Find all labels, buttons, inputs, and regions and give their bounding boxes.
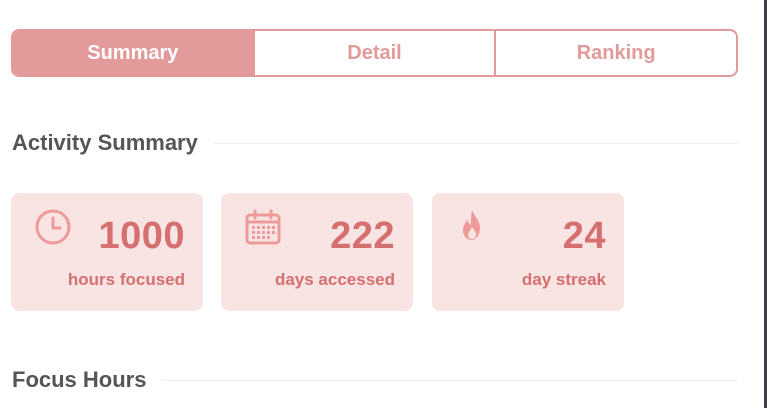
day-streak-value: 24 — [562, 215, 606, 257]
days-accessed-card: 222 days accessed — [221, 193, 413, 311]
clock-icon — [34, 208, 72, 246]
hours-focused-card: 1000 hours focused — [11, 193, 203, 311]
section-divider — [162, 379, 738, 381]
activity-summary-title: Activity Summary — [12, 130, 198, 155]
view-tabs: Summary Detail Ranking — [11, 29, 738, 77]
focus-hours-title: Focus Hours — [12, 367, 147, 392]
tab-summary[interactable]: Summary — [13, 31, 253, 75]
focus-hours-header: Focus Hours — [12, 367, 738, 393]
day-streak-label: day streak — [521, 270, 606, 289]
flame-icon — [455, 208, 493, 246]
hours-focused-label: hours focused — [67, 270, 185, 289]
days-accessed-value: 222 — [330, 215, 395, 257]
day-streak-card: 24 day streak — [432, 193, 624, 311]
hours-focused-value: 1000 — [98, 215, 185, 257]
section-divider — [213, 142, 738, 144]
page: Summary Detail Ranking Activity Summary … — [0, 0, 767, 408]
activity-summary-header: Activity Summary — [12, 130, 738, 156]
tab-detail[interactable]: Detail — [252, 31, 495, 75]
days-accessed-label: days accessed — [274, 270, 395, 289]
tab-ranking[interactable]: Ranking — [494, 31, 736, 75]
calendar-icon — [244, 208, 282, 246]
